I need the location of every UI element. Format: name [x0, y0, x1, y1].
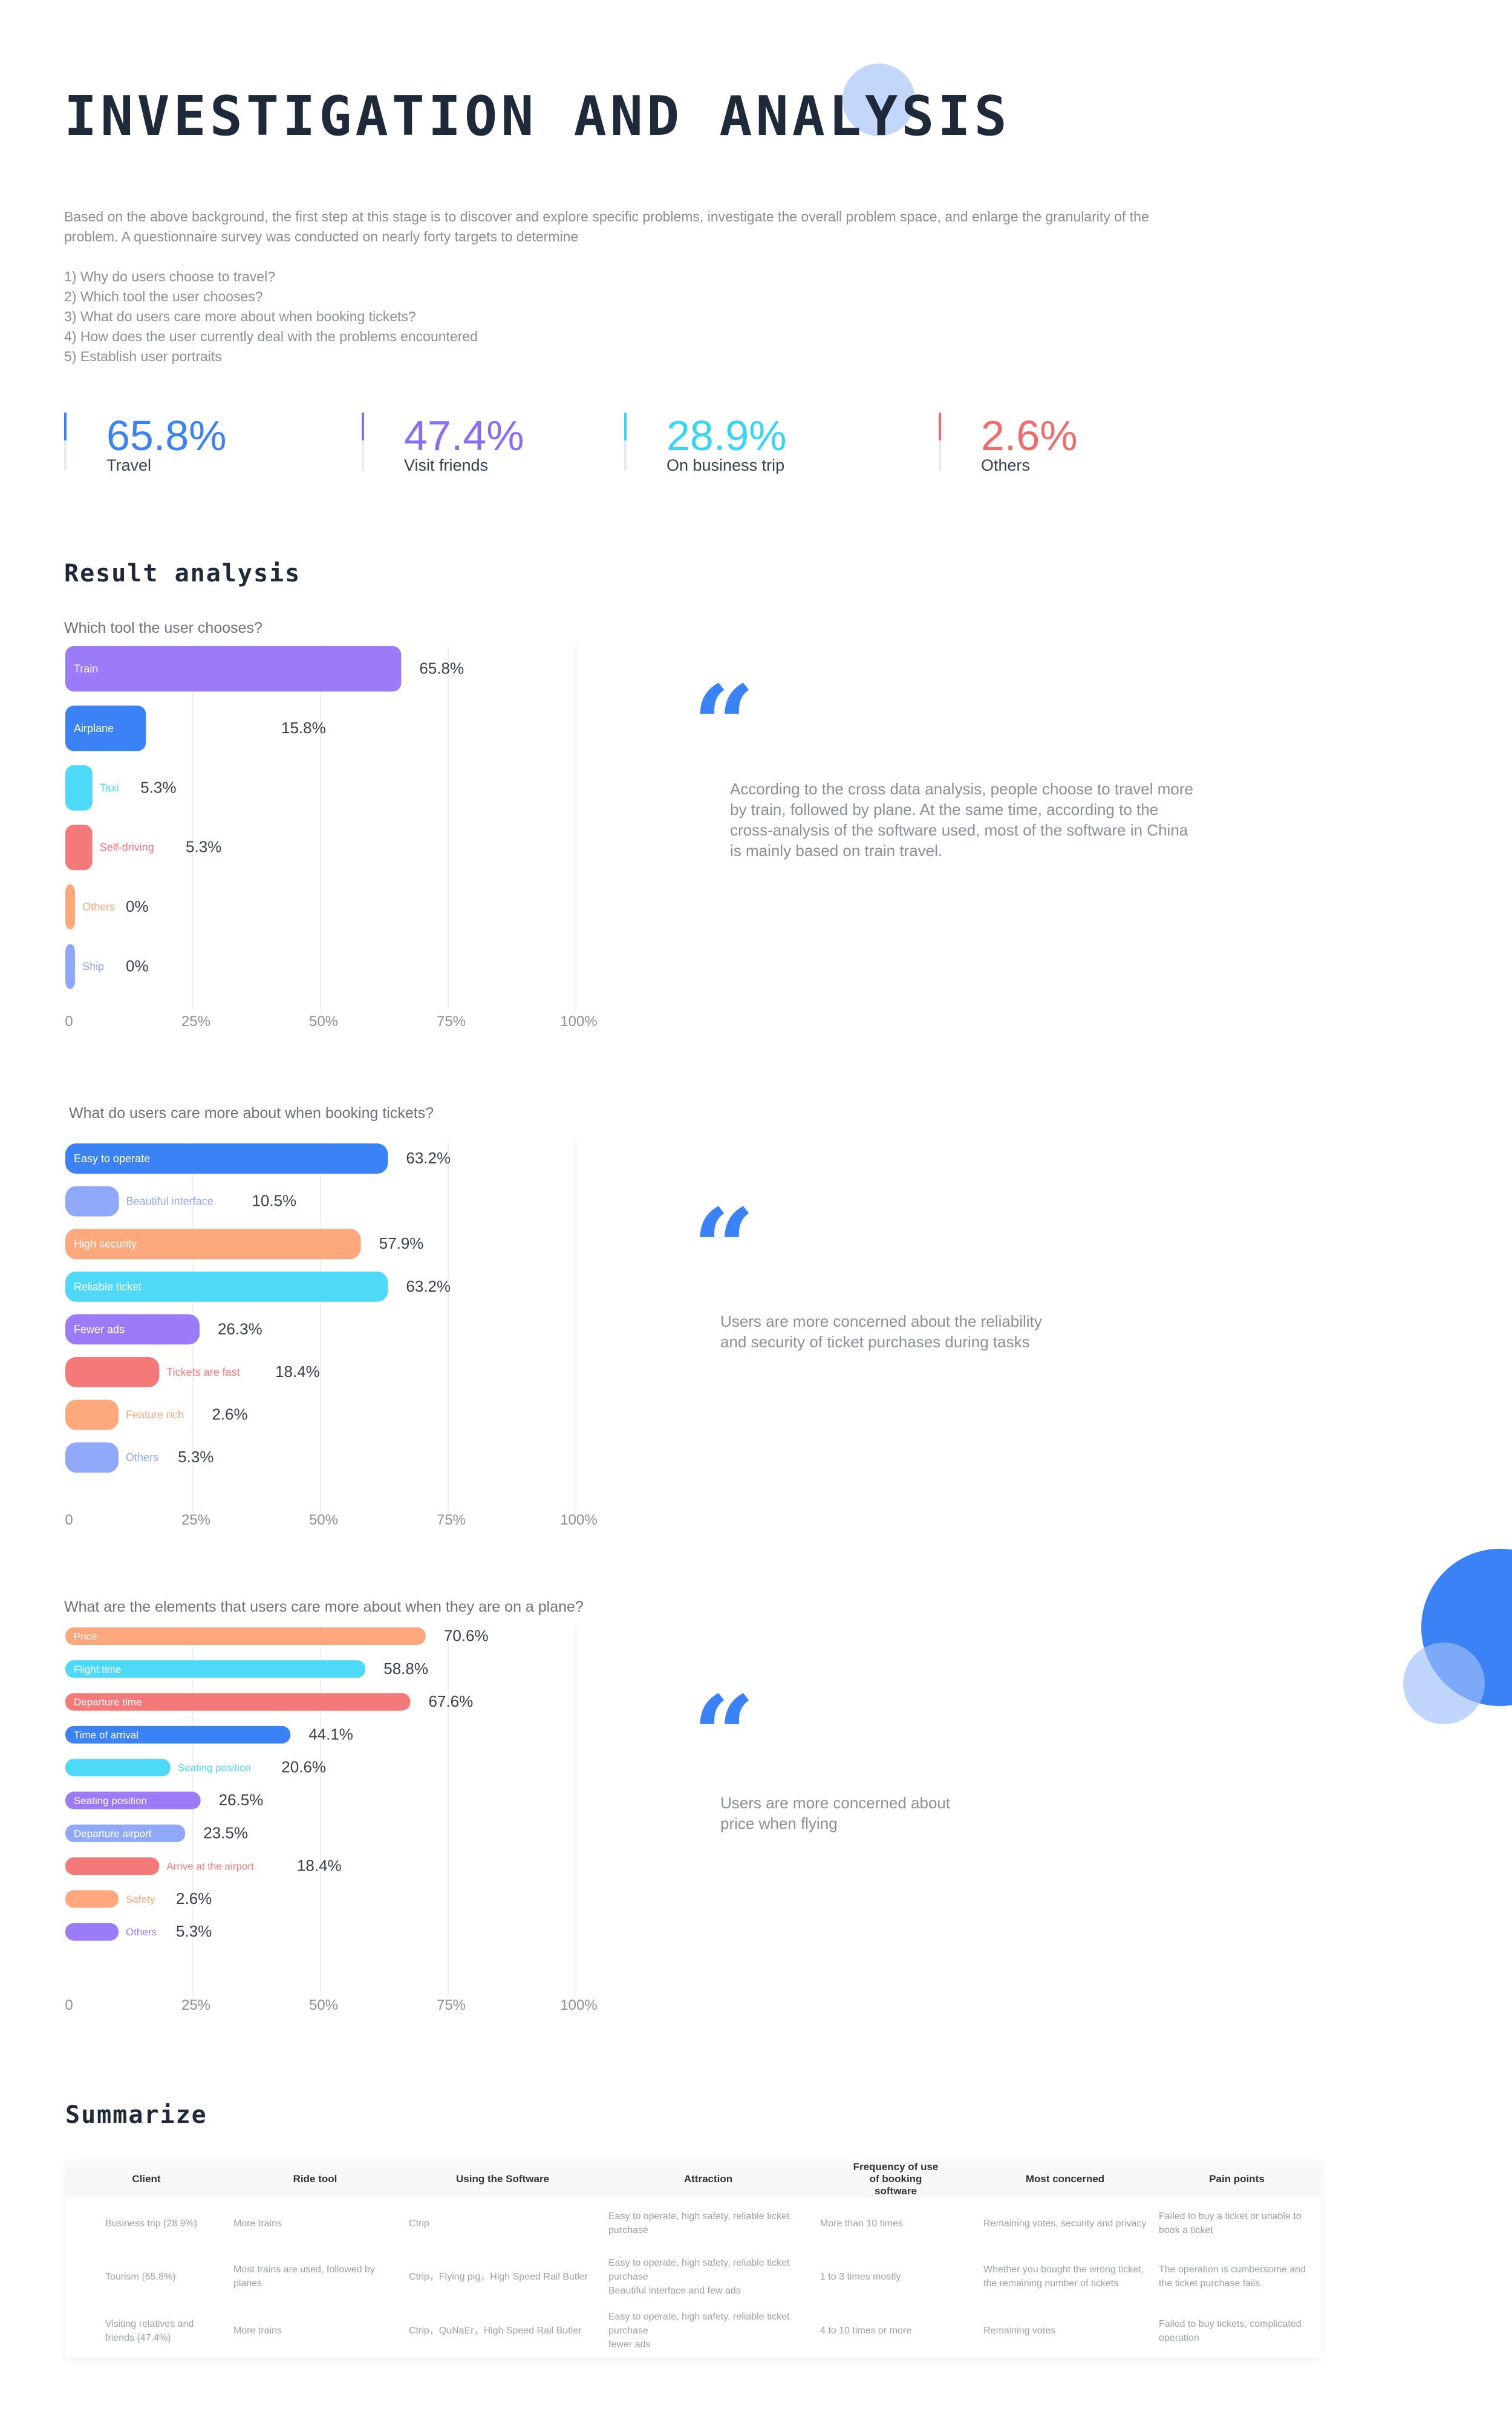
bar-category-label: Time of arrival	[74, 1729, 138, 1741]
bar-category-label: Departure time	[74, 1696, 142, 1708]
bar-value-label: 23.5%	[203, 1823, 248, 1842]
bar-value-label: 18.4%	[297, 1857, 342, 1875]
quote-mark-icon: “	[692, 1672, 755, 1800]
table-cell: Visiting relatives and friends (47.4%)	[105, 2318, 194, 2343]
x-tick-label: 100%	[560, 1997, 597, 2013]
quote-mark-icon: “	[692, 1185, 755, 1313]
summarize-heading: Summarize	[65, 2101, 207, 2129]
table-cell: More trains	[233, 2218, 282, 2229]
table-cell: Failed to buy a ticket or unable to book…	[1159, 2211, 1302, 2235]
stat-value: 2.6%	[981, 412, 1078, 459]
table-cell: Whether you bought the wrong ticket, the…	[983, 2264, 1144, 2289]
table-cell: Easy to operate, high safety, reliable t…	[608, 2312, 790, 2350]
bar	[65, 1759, 171, 1777]
bar	[65, 1627, 426, 1645]
table-header: Using the Software	[403, 2161, 602, 2197]
bar-value-label: 58.8%	[383, 1659, 428, 1678]
stat-accent	[939, 413, 941, 440]
table-cell: Ctrip	[409, 2218, 429, 2229]
bar	[65, 1923, 119, 1941]
chart-flight-concerns: 0 25% 50% 75% 100% Price 70.6% Flight time 58.8%…	[65, 1626, 598, 2013]
bar-category-label: Safety	[126, 1894, 155, 1905]
table-cell: More than 10 times	[820, 2218, 903, 2229]
x-tick-label: 75%	[437, 1997, 466, 2013]
quote-text-3: Users are more concerned about price whe…	[720, 1794, 951, 1833]
table-header: Client	[65, 2161, 227, 2197]
quote-text-2: Users are more concerned about the relia…	[720, 1312, 1042, 1351]
table-cell: Most trains are used, followed by planes	[233, 2264, 375, 2289]
bar-value-label: 2.6%	[176, 1889, 212, 1908]
table-header: Frequency of use of booking software	[814, 2161, 977, 2197]
table-cell: Failed to buy tickets, complicated opera…	[1159, 2318, 1302, 2343]
table-cell: Ctrip，QuNaEr，High Speed Rail Butler	[409, 2326, 582, 2336]
table-row: Tourism (65.8%) Most trains are used, fol…	[65, 2249, 1321, 2304]
quote-text-1: According to the cross data analysis, pe…	[730, 780, 1193, 860]
table-cell: Remaining votes, security and privacy	[983, 2218, 1147, 2229]
table-cell: Remaining votes	[983, 2326, 1056, 2336]
stat-label: On business trip	[666, 456, 785, 474]
bar	[65, 1857, 160, 1875]
stat-label: Others	[981, 456, 1031, 474]
table-cell: Tourism (65.8%)	[105, 2271, 176, 2282]
table-header: Ride tool	[227, 2161, 403, 2197]
quote-mark-icon: “	[692, 662, 755, 790]
bar-category-label: Price	[74, 1631, 97, 1643]
bar-value-label: 20.6%	[281, 1758, 326, 1776]
table-header: Pain points	[1153, 2161, 1321, 2197]
x-tick-label: 0	[65, 1997, 73, 2013]
table-row: Visiting relatives and friends (47.4%) Mo…	[65, 2304, 1321, 2358]
decorative-circle-right-small	[1403, 1643, 1485, 1724]
table-cell: 4 to 10 times or more	[820, 2326, 912, 2336]
table-header-row: Client Ride tool Using the Software Attr…	[65, 2161, 1321, 2197]
summary-table: Client Ride tool Using the Software Attr…	[65, 2161, 1321, 2358]
x-tick-label: 50%	[309, 1997, 338, 2013]
table-cell: Easy to operate, high safety, reliable t…	[608, 2211, 790, 2235]
bar-category-label: Others	[126, 1926, 157, 1938]
table-header: Attraction	[602, 2161, 814, 2197]
bar-category-label: Arrive at the airport	[166, 1861, 254, 1872]
bar-category-label: Seating position	[178, 1762, 251, 1774]
bar	[65, 1890, 119, 1908]
table-cell: The operation is cumbersome and the tick…	[1159, 2264, 1306, 2289]
bar-value-label: 26.5%	[219, 1791, 264, 1809]
bar-value-label: 5.3%	[176, 1922, 212, 1940]
table-cell: Ctrip，Flying pig，High Speed Rail Butler	[409, 2271, 588, 2282]
bar-category-label: Flight time	[74, 1664, 121, 1675]
bar-value-label: 67.6%	[429, 1692, 474, 1710]
table-cell: Easy to operate, high safety, reliable t…	[608, 2257, 790, 2296]
table-header: Most concerned	[977, 2161, 1153, 2197]
bar-category-label: Departure airport	[74, 1828, 152, 1839]
table-cell: 1 to 3 times mostly	[820, 2271, 901, 2282]
bar-value-label: 70.6%	[444, 1627, 489, 1645]
table-cell: More trains	[233, 2326, 282, 2336]
table-cell: Business trip (28.9%)	[105, 2218, 198, 2229]
bar-value-label: 44.1%	[308, 1725, 353, 1743]
x-tick-label: 25%	[181, 1997, 210, 2013]
table-row: Business trip (28.9%) More trains Ctrip Eas…	[65, 2197, 1321, 2249]
bar-category-label: Seating position	[74, 1795, 147, 1806]
stat-value: 28.9%	[666, 412, 787, 459]
